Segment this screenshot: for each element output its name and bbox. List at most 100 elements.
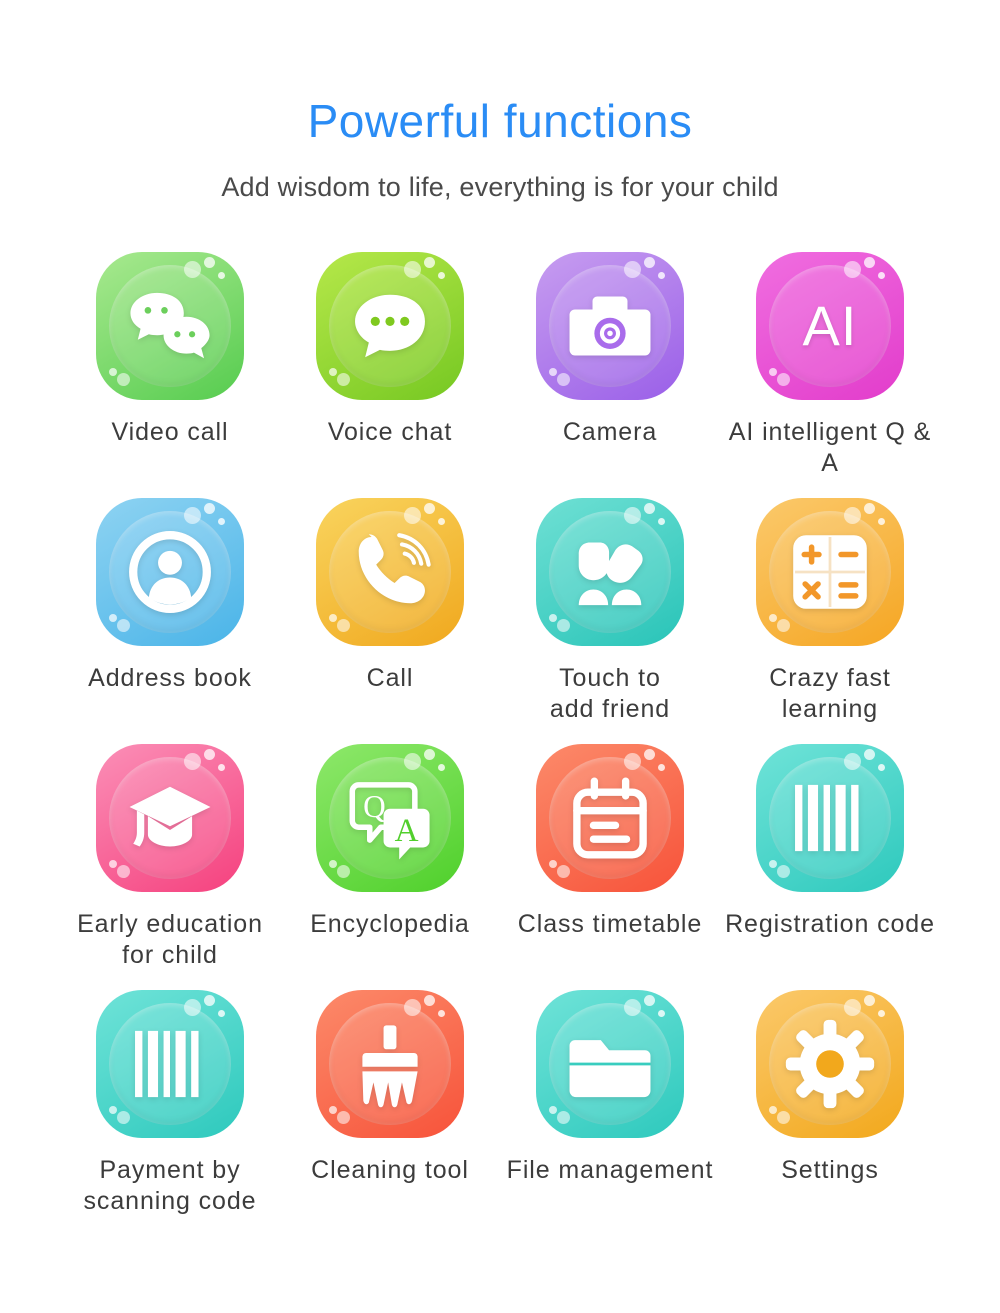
bubble-highlight-icon (864, 257, 875, 268)
feature-label: AI intelligent Q & A (728, 418, 932, 477)
bubble-highlight-icon (644, 995, 655, 1006)
broom-icon (344, 1018, 436, 1110)
page-header: Powerful functions Add wisdom to life, e… (0, 0, 1000, 204)
bubble-highlight-icon (438, 518, 445, 525)
feature-icon-tile[interactable] (536, 744, 684, 892)
feature-item[interactable]: Camera (500, 252, 720, 498)
feature-item[interactable]: Class timetable (500, 744, 720, 990)
bubble-highlight-icon (184, 507, 201, 524)
bubble-highlight-icon (769, 1106, 777, 1114)
feature-icon-tile[interactable] (316, 990, 464, 1138)
bubble-highlight-icon (878, 1010, 885, 1017)
bubble-highlight-icon (329, 860, 337, 868)
bubble-highlight-icon (204, 257, 215, 268)
bubble-highlight-icon (557, 865, 570, 878)
contact-person-icon (124, 526, 216, 618)
feature-icon-tile[interactable] (536, 498, 684, 646)
bubble-highlight-icon (844, 999, 861, 1016)
feature-icon-tile[interactable] (316, 498, 464, 646)
bubble-highlight-icon (777, 373, 790, 386)
feature-icon-tile[interactable] (756, 498, 904, 646)
bubble-highlight-icon (658, 272, 665, 279)
feature-icon-tile[interactable] (96, 990, 244, 1138)
feature-icon-tile[interactable] (96, 498, 244, 646)
feature-icon-tile[interactable] (316, 252, 464, 400)
bubble-highlight-icon (424, 995, 435, 1006)
bubble-highlight-icon (864, 749, 875, 760)
bubble-highlight-icon (117, 619, 130, 632)
feature-item[interactable]: AI AI intelligent Q & A (720, 252, 940, 498)
bubble-highlight-icon (337, 373, 350, 386)
bubble-highlight-icon (404, 999, 421, 1016)
bubble-highlight-icon (769, 368, 777, 376)
bubble-highlight-icon (184, 261, 201, 278)
bubble-highlight-icon (557, 1111, 570, 1124)
feature-label: Video call (111, 418, 229, 446)
two-people-icon (564, 526, 656, 618)
feature-item[interactable]: Q A Encyclopedia (280, 744, 500, 990)
bubble-highlight-icon (424, 503, 435, 514)
barcode-icon (784, 772, 876, 864)
feature-label: Early education for child (77, 910, 263, 969)
feature-grid: Video call Voice chat Camera AI AI intellige… (0, 252, 1000, 1236)
bubble-highlight-icon (549, 1106, 557, 1114)
qa-bubbles-icon: QA (344, 772, 436, 864)
feature-item[interactable]: Call (280, 498, 500, 744)
bubble-highlight-icon (184, 999, 201, 1016)
chat-bubbles-icon (124, 280, 216, 372)
bubble-highlight-icon (844, 753, 861, 770)
feature-label: Cleaning tool (311, 1156, 469, 1184)
folder-icon (564, 1018, 656, 1110)
bubble-highlight-icon (329, 368, 337, 376)
feature-item[interactable]: Settings (720, 990, 940, 1236)
feature-label: Settings (781, 1156, 879, 1184)
feature-icon-tile[interactable] (96, 252, 244, 400)
feature-label: Payment by scanning code (83, 1156, 257, 1215)
camera-icon (564, 280, 656, 372)
feature-item[interactable]: Cleaning tool (280, 990, 500, 1236)
feature-icon-tile[interactable]: QA (316, 744, 464, 892)
feature-item[interactable]: Payment by scanning code (60, 990, 280, 1236)
feature-item[interactable]: File management (500, 990, 720, 1236)
powerful-functions-page: Powerful functions Add wisdom to life, e… (0, 0, 1000, 1313)
bubble-highlight-icon (218, 1010, 225, 1017)
feature-icon-tile[interactable] (536, 252, 684, 400)
bubble-highlight-icon (438, 1010, 445, 1017)
feature-icon-tile[interactable]: AI (756, 252, 904, 400)
bubble-highlight-icon (644, 257, 655, 268)
bubble-highlight-icon (864, 995, 875, 1006)
bubble-highlight-icon (777, 865, 790, 878)
ai-badge-icon: AI (802, 294, 858, 357)
feature-item[interactable]: Address book (60, 498, 280, 744)
feature-item[interactable]: Crazy fast learning (720, 498, 940, 744)
bubble-highlight-icon (109, 614, 117, 622)
feature-item[interactable]: Video call (60, 252, 280, 498)
feature-icon-tile[interactable] (96, 744, 244, 892)
bubble-highlight-icon (549, 860, 557, 868)
svg-text:Q: Q (363, 789, 386, 824)
feature-item[interactable]: Touch to add friend (500, 498, 720, 744)
bubble-highlight-icon (777, 619, 790, 632)
bubble-highlight-icon (658, 1010, 665, 1017)
bubble-highlight-icon (878, 272, 885, 279)
bubble-highlight-icon (878, 764, 885, 771)
bubble-highlight-icon (109, 860, 117, 868)
bubble-highlight-icon (117, 865, 130, 878)
feature-icon-tile[interactable] (756, 744, 904, 892)
bubble-highlight-icon (218, 764, 225, 771)
feature-label: Crazy fast learning (769, 664, 891, 723)
bubble-highlight-icon (218, 518, 225, 525)
bubble-highlight-icon (337, 865, 350, 878)
bubble-highlight-icon (557, 619, 570, 632)
feature-item[interactable]: Registration code (720, 744, 940, 990)
feature-item[interactable]: Early education for child (60, 744, 280, 990)
feature-icon-tile[interactable] (756, 990, 904, 1138)
bubble-highlight-icon (329, 614, 337, 622)
bubble-highlight-icon (769, 860, 777, 868)
feature-item[interactable]: Voice chat (280, 252, 500, 498)
feature-label: Call (366, 664, 414, 692)
feature-icon-tile[interactable] (536, 990, 684, 1138)
bubble-highlight-icon (769, 614, 777, 622)
bubble-highlight-icon (204, 995, 215, 1006)
calculator-icon (784, 526, 876, 618)
